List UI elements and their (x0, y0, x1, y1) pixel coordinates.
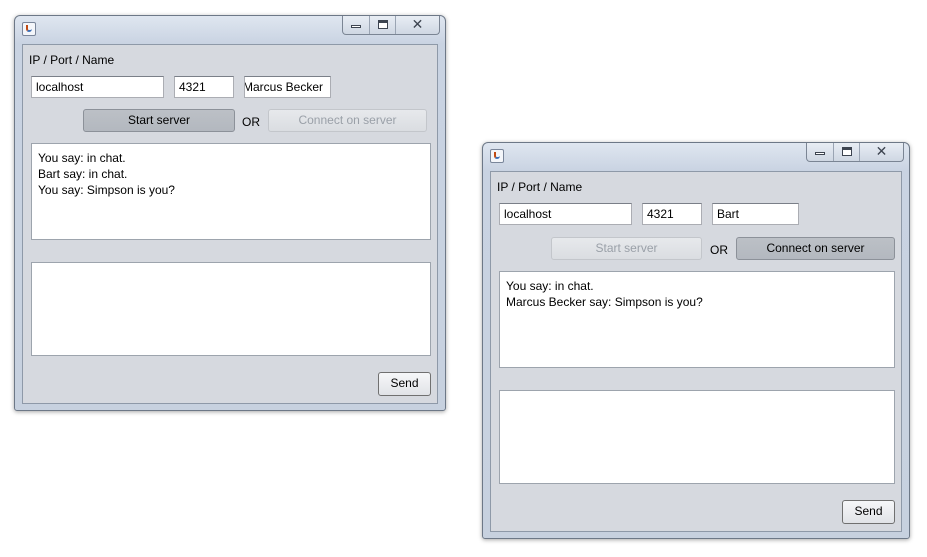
ip-field[interactable]: localhost (499, 203, 632, 225)
connect-server-button[interactable]: Connect on server (268, 109, 427, 132)
content-pane: IP / Port / Name localhost 4321 Bart Sta… (490, 171, 902, 532)
chat-log[interactable]: You say: in chat. Marcus Becker say: Sim… (499, 271, 895, 368)
content-pane: IP / Port / Name localhost 4321 Marcus B… (22, 44, 438, 404)
java-app-icon[interactable] (22, 22, 36, 36)
message-input[interactable] (499, 390, 895, 484)
window-controls: ✕ (806, 143, 904, 162)
chat-line: Marcus Becker say: Simpson is you? (506, 295, 703, 309)
minimize-button[interactable] (343, 16, 369, 34)
chat-window-server: ✕ IP / Port / Name localhost 4321 Marcus… (14, 15, 446, 411)
title-bar[interactable]: ✕ (483, 143, 909, 169)
name-field[interactable]: Marcus Becker (244, 76, 331, 98)
maximize-icon (378, 20, 388, 29)
or-label: OR (242, 115, 260, 129)
window-controls: ✕ (342, 16, 440, 35)
close-button[interactable]: ✕ (395, 16, 439, 34)
maximize-icon (842, 147, 852, 156)
start-server-button[interactable]: Start server (551, 237, 702, 260)
connection-label: IP / Port / Name (497, 180, 583, 194)
name-field[interactable]: Bart (712, 203, 799, 225)
maximize-button[interactable] (833, 143, 859, 161)
chat-line: You say: in chat. (38, 151, 126, 165)
ip-field[interactable]: localhost (31, 76, 164, 98)
port-field[interactable]: 4321 (642, 203, 702, 225)
or-label: OR (710, 243, 728, 257)
chat-line: Bart say: in chat. (38, 167, 128, 181)
minimize-icon (351, 25, 361, 28)
message-input[interactable] (31, 262, 431, 356)
start-server-button[interactable]: Start server (83, 109, 235, 132)
close-icon: ✕ (875, 144, 888, 160)
maximize-button[interactable] (369, 16, 395, 34)
minimize-icon (815, 152, 825, 155)
minimize-button[interactable] (807, 143, 833, 161)
title-bar[interactable]: ✕ (15, 16, 445, 42)
port-field[interactable]: 4321 (174, 76, 234, 98)
chat-line: You say: Simpson is you? (38, 183, 175, 197)
close-icon: ✕ (411, 17, 424, 33)
chat-window-client: ✕ IP / Port / Name localhost 4321 Bart S… (482, 142, 910, 539)
close-button[interactable]: ✕ (859, 143, 903, 161)
java-app-icon[interactable] (490, 149, 504, 163)
connection-label: IP / Port / Name (29, 53, 115, 67)
connect-server-button[interactable]: Connect on server (736, 237, 895, 260)
send-button[interactable]: Send (842, 500, 895, 524)
send-button[interactable]: Send (378, 372, 431, 396)
chat-log[interactable]: You say: in chat. Bart say: in chat. You… (31, 143, 431, 240)
chat-line: You say: in chat. (506, 279, 594, 293)
